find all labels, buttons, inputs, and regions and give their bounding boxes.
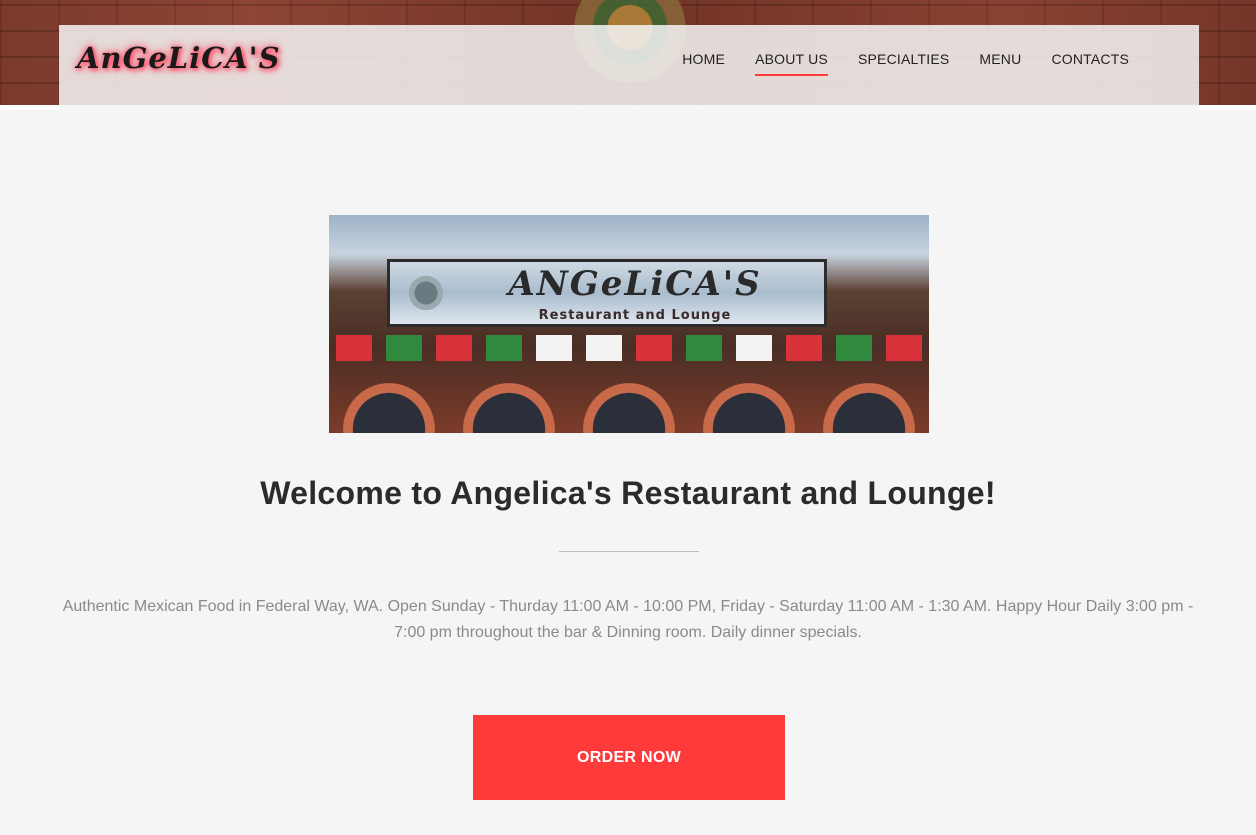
flag-decoration bbox=[336, 335, 372, 361]
flag-decoration bbox=[536, 335, 572, 361]
flag-decoration bbox=[636, 335, 672, 361]
flag-decoration bbox=[686, 335, 722, 361]
section-divider bbox=[559, 551, 699, 552]
arched-window bbox=[463, 383, 555, 433]
flag-decoration bbox=[436, 335, 472, 361]
welcome-title: Welcome to Angelica's Restaurant and Lou… bbox=[260, 475, 996, 511]
flag-decoration bbox=[786, 335, 822, 361]
window-arches bbox=[329, 383, 929, 433]
flag-decoration bbox=[736, 335, 772, 361]
flag-decoration bbox=[486, 335, 522, 361]
nav-item-menu[interactable]: MENU bbox=[979, 51, 1021, 76]
papel-picado-banner bbox=[329, 335, 929, 363]
restaurant-description: Authentic Mexican Food in Federal Way, W… bbox=[62, 598, 1194, 641]
mexican-seal-icon bbox=[406, 273, 446, 313]
nav-item-home[interactable]: HOME bbox=[682, 51, 725, 76]
sign-subtitle: Restaurant and Lounge bbox=[538, 308, 732, 323]
flag-decoration bbox=[886, 335, 922, 361]
sign-title: ANGeLiCA'S bbox=[508, 264, 762, 304]
flag-decoration bbox=[586, 335, 622, 361]
storefront-sign: ANGeLiCA'S Restaurant and Lounge bbox=[387, 259, 827, 327]
flag-decoration bbox=[836, 335, 872, 361]
site-logo[interactable]: AnGeLiCA'S bbox=[77, 41, 281, 75]
nav-item-contacts[interactable]: CONTACTS bbox=[1051, 51, 1129, 76]
arched-window bbox=[703, 383, 795, 433]
navbar: AnGeLiCA'S HOME ABOUT US SPECIALTIES MEN… bbox=[59, 25, 1199, 110]
arched-window bbox=[823, 383, 915, 433]
arched-window bbox=[343, 383, 435, 433]
storefront-photo: ANGeLiCA'S Restaurant and Lounge bbox=[329, 215, 929, 433]
order-now-button[interactable]: ORDER NOW bbox=[473, 715, 785, 800]
flag-decoration bbox=[386, 335, 422, 361]
nav-item-about-us[interactable]: ABOUT US bbox=[755, 51, 828, 76]
arched-window bbox=[583, 383, 675, 433]
nav-item-specialties[interactable]: SPECIALTIES bbox=[858, 51, 949, 76]
main-nav: HOME ABOUT US SPECIALTIES MENU CONTACTS bbox=[682, 51, 1129, 76]
